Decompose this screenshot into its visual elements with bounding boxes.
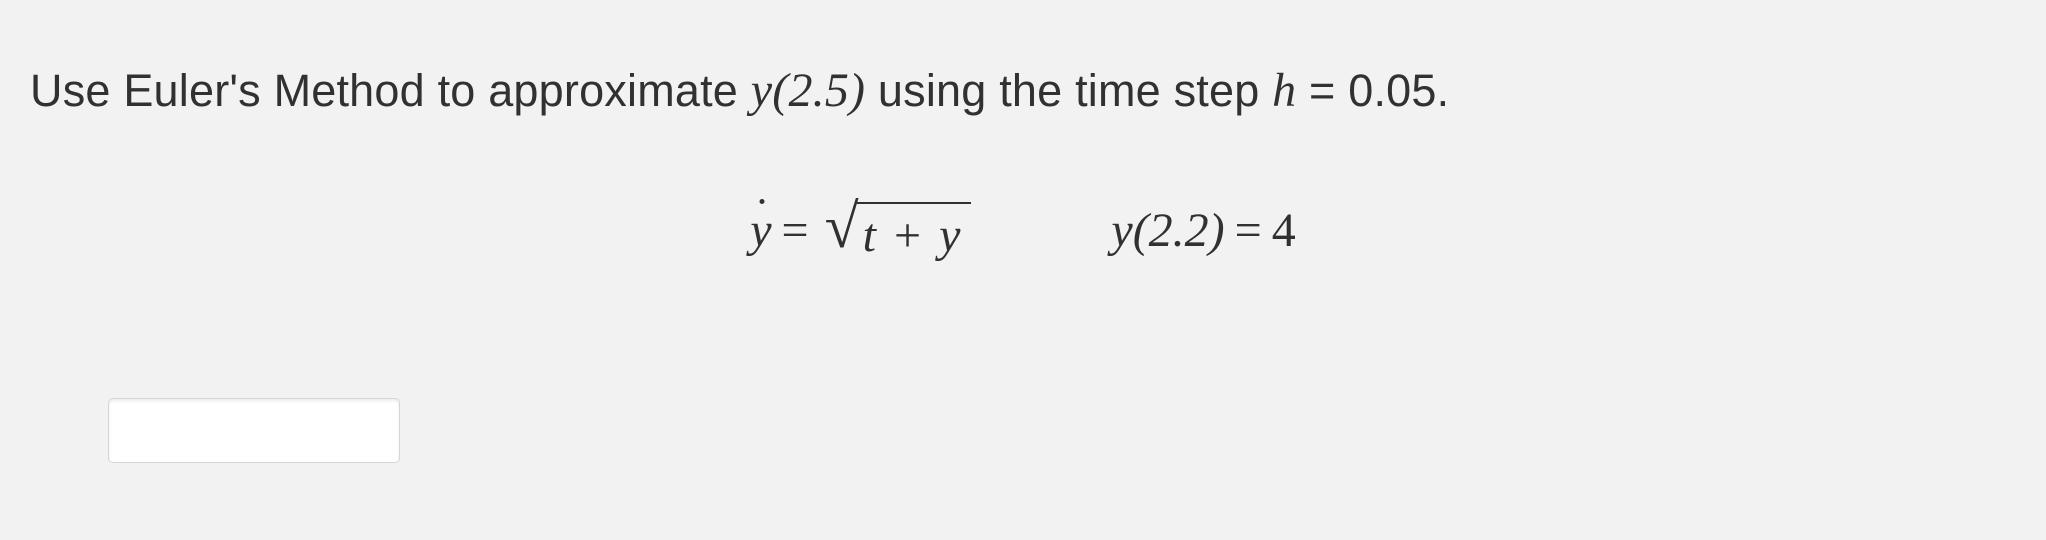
plus-sign: + [894,209,922,262]
equation-row: y = √ t + y y(2.2) = 4 [30,200,2016,261]
initial-condition: y(2.2) = 4 [1111,203,1295,258]
step-variable: h [1272,64,1296,117]
text-pre: Use Euler's Method to approximate [30,65,751,116]
radicand-t: t [863,209,877,262]
problem-statement: Use Euler's Method to approximate y(2.5)… [30,60,2016,122]
square-root: √ t + y [825,200,972,261]
equals-sign: = [1296,65,1348,116]
radicand: t + y [857,202,972,263]
ic-value: 4 [1272,203,1296,258]
y-dot-variable: y [750,203,771,258]
period: . [1437,65,1450,116]
radical-symbol: √ [825,204,859,251]
ic-function: y(2.2) [1111,203,1224,258]
radicand-y: y [939,209,961,262]
target-function: y(2.5) [751,64,865,117]
ode-equation: y = √ t + y [750,200,971,261]
problem-container: Use Euler's Method to approximate y(2.5)… [0,0,2046,540]
step-value: 0.05 [1348,65,1436,116]
equals-sign: = [782,203,809,258]
answer-input[interactable] [108,398,400,463]
equals-sign: = [1235,203,1262,258]
text-mid: using the time step [865,65,1272,116]
